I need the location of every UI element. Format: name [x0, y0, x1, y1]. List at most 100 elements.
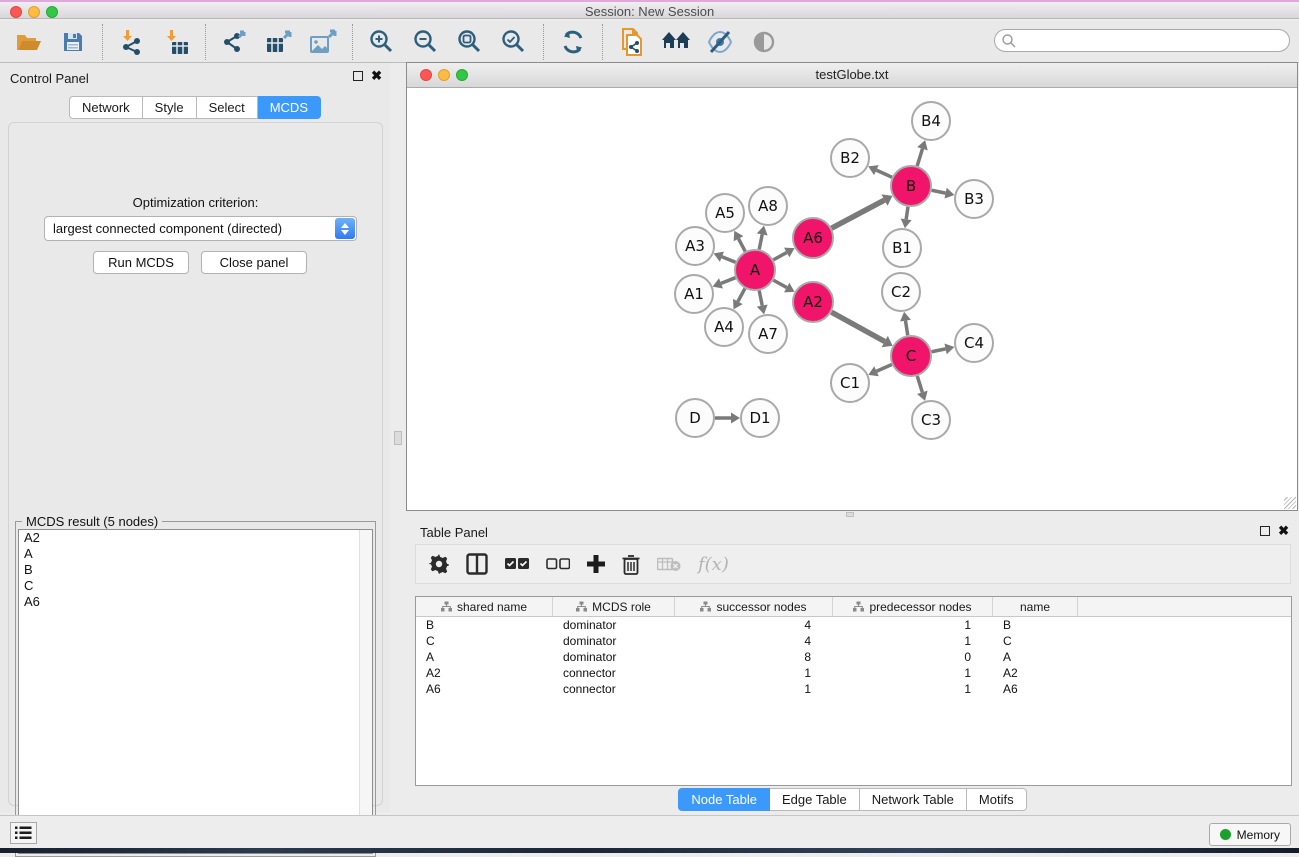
graph-node-A8[interactable]: A8: [749, 187, 787, 225]
float-panel-icon[interactable]: [353, 71, 363, 81]
window-resize-grip[interactable]: [1284, 497, 1296, 509]
column-header-successor-nodes[interactable]: successor nodes: [675, 597, 833, 616]
graph-edge[interactable]: [932, 349, 946, 352]
table-cell[interactable]: 1: [675, 681, 833, 697]
table-cell[interactable]: 8: [675, 649, 833, 665]
settings-gear-icon[interactable]: [429, 554, 449, 574]
graph-edge[interactable]: [721, 278, 735, 284]
save-session-icon[interactable]: [58, 27, 88, 57]
tab-network-table[interactable]: Network Table: [860, 788, 967, 811]
destroy-table-icon[interactable]: [657, 556, 681, 572]
table-cell[interactable]: 4: [675, 633, 833, 649]
table-cell[interactable]: 1: [833, 633, 993, 649]
table-cell[interactable]: 4: [675, 617, 833, 633]
network-graph[interactable]: AA1A2A3A4A5A6A7A8BB1B2B3B4CC1C2C3C4DD1: [408, 89, 1296, 509]
function-builder-icon[interactable]: f(x): [698, 554, 729, 575]
mcds-result-list[interactable]: A2ABCA6: [18, 529, 373, 854]
import-network-icon[interactable]: [117, 27, 147, 57]
close-panel-button[interactable]: Close panel: [201, 251, 307, 274]
table-cell[interactable]: A2: [416, 665, 553, 681]
table-cell[interactable]: 1: [833, 681, 993, 697]
show-graphics-details-icon[interactable]: [705, 27, 735, 57]
graph-edge[interactable]: [773, 280, 786, 287]
graph-edge[interactable]: [739, 239, 746, 252]
zoom-selected-icon[interactable]: [499, 27, 529, 57]
tab-edge-table[interactable]: Edge Table: [770, 788, 860, 811]
table-close-panel-icon[interactable]: ✖: [1278, 526, 1289, 536]
refresh-icon[interactable]: [558, 27, 588, 57]
optimization-criterion-select[interactable]: largest connected component (directed): [44, 216, 357, 241]
graph-node-C3[interactable]: C3: [912, 401, 950, 439]
mcds-result-item[interactable]: B: [19, 562, 372, 578]
clone-network-icon[interactable]: [617, 27, 647, 57]
table-float-panel-icon[interactable]: [1260, 526, 1270, 536]
table-row[interactable]: A6connector11A6: [416, 681, 1291, 697]
table-cell[interactable]: 1: [833, 617, 993, 633]
tab-style[interactable]: Style: [143, 96, 197, 119]
tab-motifs[interactable]: Motifs: [967, 788, 1027, 811]
table-cell[interactable]: B: [993, 617, 1078, 633]
memory-button[interactable]: Memory: [1209, 823, 1291, 846]
column-header-shared-name[interactable]: shared name: [416, 597, 553, 616]
table-cell[interactable]: A2: [993, 665, 1078, 681]
table-row[interactable]: Bdominator41B: [416, 617, 1291, 633]
zoom-out-icon[interactable]: [411, 27, 441, 57]
open-session-icon[interactable]: [14, 27, 44, 57]
graph-node-C2[interactable]: C2: [882, 273, 920, 311]
mcds-result-item[interactable]: A: [19, 546, 372, 562]
tab-mcds[interactable]: MCDS: [258, 96, 321, 119]
graph-node-B4[interactable]: B4: [912, 102, 950, 140]
table-cell[interactable]: 0: [833, 649, 993, 665]
graph-node-A4[interactable]: A4: [705, 308, 743, 346]
graph-edge[interactable]: [906, 207, 908, 220]
table-cell[interactable]: 1: [833, 665, 993, 681]
graph-node-C4[interactable]: C4: [955, 324, 993, 362]
graph-node-C[interactable]: C: [891, 336, 931, 376]
table-row[interactable]: Cdominator41C: [416, 633, 1291, 649]
delete-columns-icon[interactable]: [622, 554, 640, 575]
network-canvas[interactable]: AA1A2A3A4A5A6A7A8BB1B2B3B4CC1C2C3C4DD1: [408, 89, 1296, 509]
mcds-result-item[interactable]: A2: [19, 530, 372, 546]
table-cell[interactable]: dominator: [553, 633, 675, 649]
graph-edge[interactable]: [722, 257, 736, 262]
vertical-splitter[interactable]: [390, 63, 406, 815]
table-cell[interactable]: dominator: [553, 649, 675, 665]
graph-node-C1[interactable]: C1: [831, 364, 869, 402]
graph-edge[interactable]: [832, 200, 885, 228]
graph-node-A3[interactable]: A3: [676, 227, 714, 265]
graph-edge[interactable]: [773, 252, 786, 259]
table-cell[interactable]: A6: [993, 681, 1078, 697]
table-row[interactable]: Adominator80A: [416, 649, 1291, 665]
graph-edge[interactable]: [759, 291, 762, 306]
titlebar[interactable]: Session: New Session: [0, 0, 1299, 19]
graph-edge[interactable]: [932, 190, 946, 193]
graph-node-A2[interactable]: A2: [793, 282, 833, 322]
mcds-result-item[interactable]: C: [19, 578, 372, 594]
table-cell[interactable]: A: [993, 649, 1078, 665]
column-header-predecessor-nodes[interactable]: predecessor nodes: [833, 597, 993, 616]
graph-edge[interactable]: [917, 376, 922, 392]
graph-node-D[interactable]: D: [676, 399, 714, 437]
graph-edge[interactable]: [877, 364, 892, 371]
column-header-MCDS-role[interactable]: MCDS role: [553, 597, 675, 616]
graph-node-A5[interactable]: A5: [706, 194, 744, 232]
table-cell[interactable]: connector: [553, 681, 675, 697]
graph-node-D1[interactable]: D1: [741, 399, 779, 437]
graph-edge[interactable]: [876, 170, 892, 177]
hsplitter-grip[interactable]: [846, 512, 854, 517]
graph-node-A1[interactable]: A1: [675, 275, 713, 313]
birds-eye-view-icon[interactable]: [749, 27, 779, 57]
graph-edge[interactable]: [905, 321, 907, 336]
graph-node-A7[interactable]: A7: [749, 315, 787, 353]
graph-node-A6[interactable]: A6: [793, 218, 833, 258]
select-all-rows-icon[interactable]: [505, 558, 529, 570]
search-input[interactable]: [1017, 32, 1289, 50]
export-image-icon[interactable]: [308, 27, 338, 57]
column-browser-icon[interactable]: [466, 553, 488, 575]
table-cell[interactable]: 1: [675, 665, 833, 681]
run-mcds-button[interactable]: Run MCDS: [93, 251, 189, 274]
graph-edge[interactable]: [831, 312, 884, 341]
zoom-in-icon[interactable]: [367, 27, 397, 57]
graph-node-B[interactable]: B: [891, 166, 931, 206]
graph-edge[interactable]: [738, 288, 745, 301]
